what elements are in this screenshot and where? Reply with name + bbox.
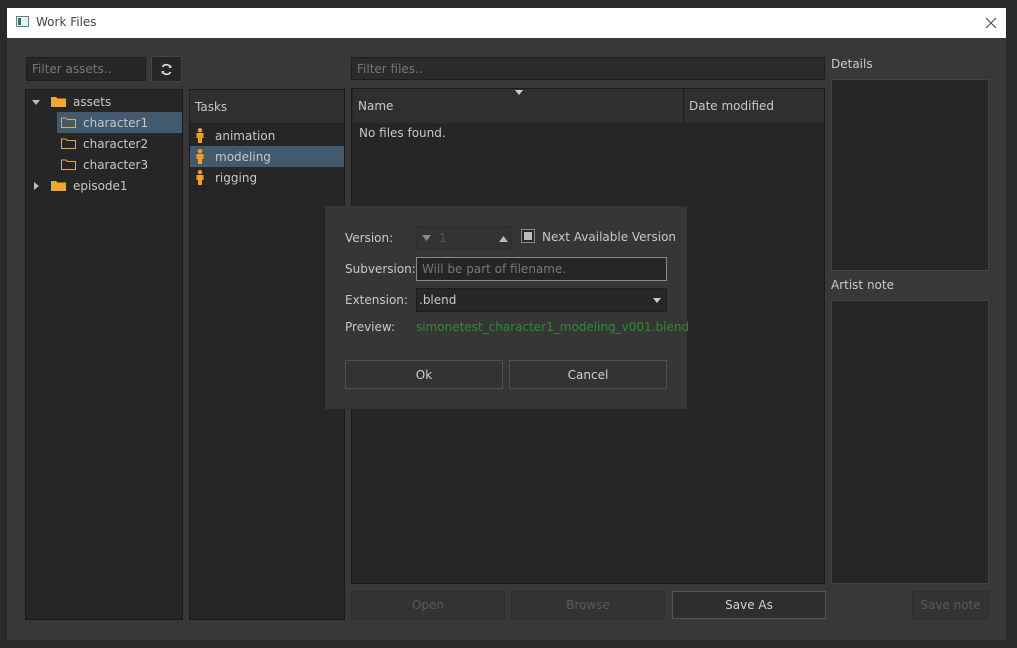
ok-button[interactable]: Ok	[345, 360, 503, 389]
folder-icon	[51, 97, 66, 107]
extension-dropdown[interactable]: .blend	[416, 288, 667, 312]
preview-value: simonetest_character1_modeling_v001.blen…	[416, 320, 690, 334]
checkbox-check-icon	[524, 232, 532, 240]
title-bar: Work Files	[7, 8, 1006, 38]
save-note-button[interactable]: Save note	[912, 591, 989, 619]
app-icon	[16, 16, 29, 27]
folder-icon	[51, 181, 66, 191]
subversion-input[interactable]	[416, 257, 667, 281]
ok-button-label: Ok	[415, 367, 433, 382]
version-spinbox[interactable]: 1	[416, 226, 512, 250]
artist-note-label: Artist note	[831, 278, 894, 292]
tree-item-assets[interactable]: assets	[26, 91, 182, 112]
version-label: Version:	[345, 231, 394, 245]
sort-arrow-icon	[515, 90, 523, 95]
cancel-button[interactable]: Cancel	[509, 360, 667, 389]
column-header-label: Name	[358, 99, 394, 113]
details-label: Details	[831, 57, 873, 71]
tree-item-label: character2	[83, 136, 149, 151]
tree-item-label: episode1	[73, 178, 128, 193]
folder-outline-icon	[61, 117, 76, 128]
save-as-button-label: Save As	[725, 598, 773, 612]
refresh-icon	[161, 63, 172, 75]
artist-note-textarea[interactable]	[831, 300, 989, 584]
asset-tree[interactable]: assets character1 character2 character3	[25, 89, 183, 620]
column-header-label: Date modified	[689, 99, 775, 113]
task-item-label: modeling	[215, 149, 271, 164]
filter-assets-input[interactable]	[26, 57, 146, 81]
window-title: Work Files	[36, 15, 97, 29]
next-available-label[interactable]: Next Available Version	[542, 230, 676, 244]
preview-label: Preview:	[345, 320, 396, 334]
details-box	[831, 79, 989, 271]
close-icon	[985, 17, 997, 29]
column-header-name[interactable]: Name	[353, 89, 684, 123]
subversion-label: Subversion:	[345, 262, 416, 276]
tree-item-episode1[interactable]: episode1	[26, 175, 182, 196]
increment-arrow-icon[interactable]	[499, 236, 508, 242]
decrement-arrow-icon[interactable]	[422, 235, 431, 241]
expand-arrow-icon[interactable]	[31, 97, 41, 107]
person-icon	[196, 149, 204, 164]
tree-item-character2[interactable]: character2	[57, 133, 182, 154]
extension-label: Extension:	[345, 293, 408, 307]
chevron-down-icon	[653, 298, 661, 303]
tree-item-label: character3	[83, 157, 149, 172]
tree-item-label: assets	[73, 94, 112, 109]
collapse-arrow-icon[interactable]	[31, 181, 41, 191]
browse-button[interactable]: Browse	[511, 591, 665, 619]
tasks-list[interactable]: Tasks animation modeling rigging	[189, 89, 345, 620]
column-header-date[interactable]: Date modified	[684, 89, 824, 123]
folder-outline-icon	[61, 138, 76, 149]
filter-files-input[interactable]	[351, 57, 825, 80]
open-button-label: Open	[411, 598, 445, 612]
tasks-header[interactable]: Tasks	[190, 90, 344, 124]
person-icon	[196, 170, 204, 185]
version-value: 1	[439, 231, 447, 245]
tree-item-character3[interactable]: character3	[57, 154, 182, 175]
extension-value: .blend	[419, 293, 457, 307]
task-item-label: rigging	[215, 170, 258, 185]
tasks-header-label: Tasks	[195, 99, 228, 114]
person-icon	[196, 128, 204, 143]
close-button[interactable]	[976, 8, 1006, 38]
task-item-label: animation	[215, 128, 276, 143]
tree-item-character1[interactable]: character1	[57, 112, 182, 133]
refresh-button[interactable]	[151, 56, 182, 82]
empty-files-text: No files found.	[359, 126, 446, 140]
tree-item-label: character1	[83, 115, 149, 130]
task-item-modeling[interactable]: modeling	[190, 146, 344, 167]
browse-button-label: Browse	[566, 598, 610, 612]
cancel-button-label: Cancel	[567, 367, 609, 382]
open-button[interactable]: Open	[351, 591, 505, 619]
save-as-dialog: Version: 1 Next Available Version Subver…	[325, 206, 690, 409]
save-note-button-label: Save note	[920, 598, 981, 612]
folder-outline-icon	[61, 159, 76, 170]
next-available-checkbox[interactable]	[521, 229, 535, 243]
task-item-rigging[interactable]: rigging	[190, 167, 344, 188]
save-as-button[interactable]: Save As	[672, 591, 826, 619]
task-item-animation[interactable]: animation	[190, 125, 344, 146]
